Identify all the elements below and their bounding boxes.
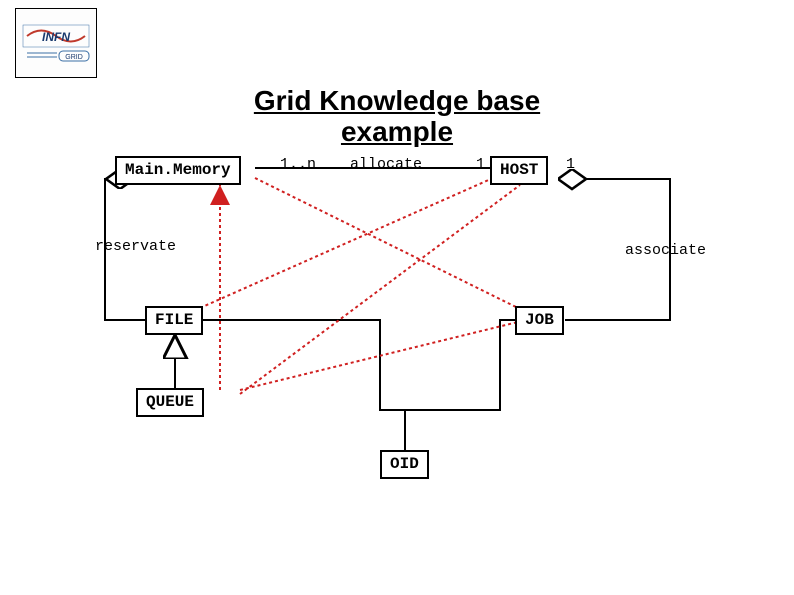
label-associate: associate [625, 242, 706, 259]
node-oid: OID [380, 450, 429, 479]
svg-text:GRID: GRID [65, 54, 83, 61]
label-mult-left: 1..n [280, 156, 316, 173]
node-job: JOB [515, 306, 564, 335]
infn-grid-icon: INFN GRID [21, 23, 91, 63]
uml-diagram: Main.Memory HOST FILE JOB QUEUE OID 1..n… [100, 150, 700, 510]
node-host: HOST [490, 156, 548, 185]
node-queue: QUEUE [136, 388, 204, 417]
label-mult-right-b: 1 [566, 156, 575, 173]
title-line-1: Grid Knowledge base [254, 85, 540, 116]
label-allocate: allocate [350, 156, 422, 173]
svg-text:INFN: INFN [42, 30, 70, 44]
page-title: Grid Knowledge base example [0, 86, 794, 148]
logo: INFN GRID [15, 8, 97, 78]
label-reservate: reservate [95, 238, 176, 255]
title-line-2: example [341, 116, 453, 147]
node-file: FILE [145, 306, 203, 335]
label-mult-right-a: 1 [476, 156, 485, 173]
node-main-memory: Main.Memory [115, 156, 241, 185]
